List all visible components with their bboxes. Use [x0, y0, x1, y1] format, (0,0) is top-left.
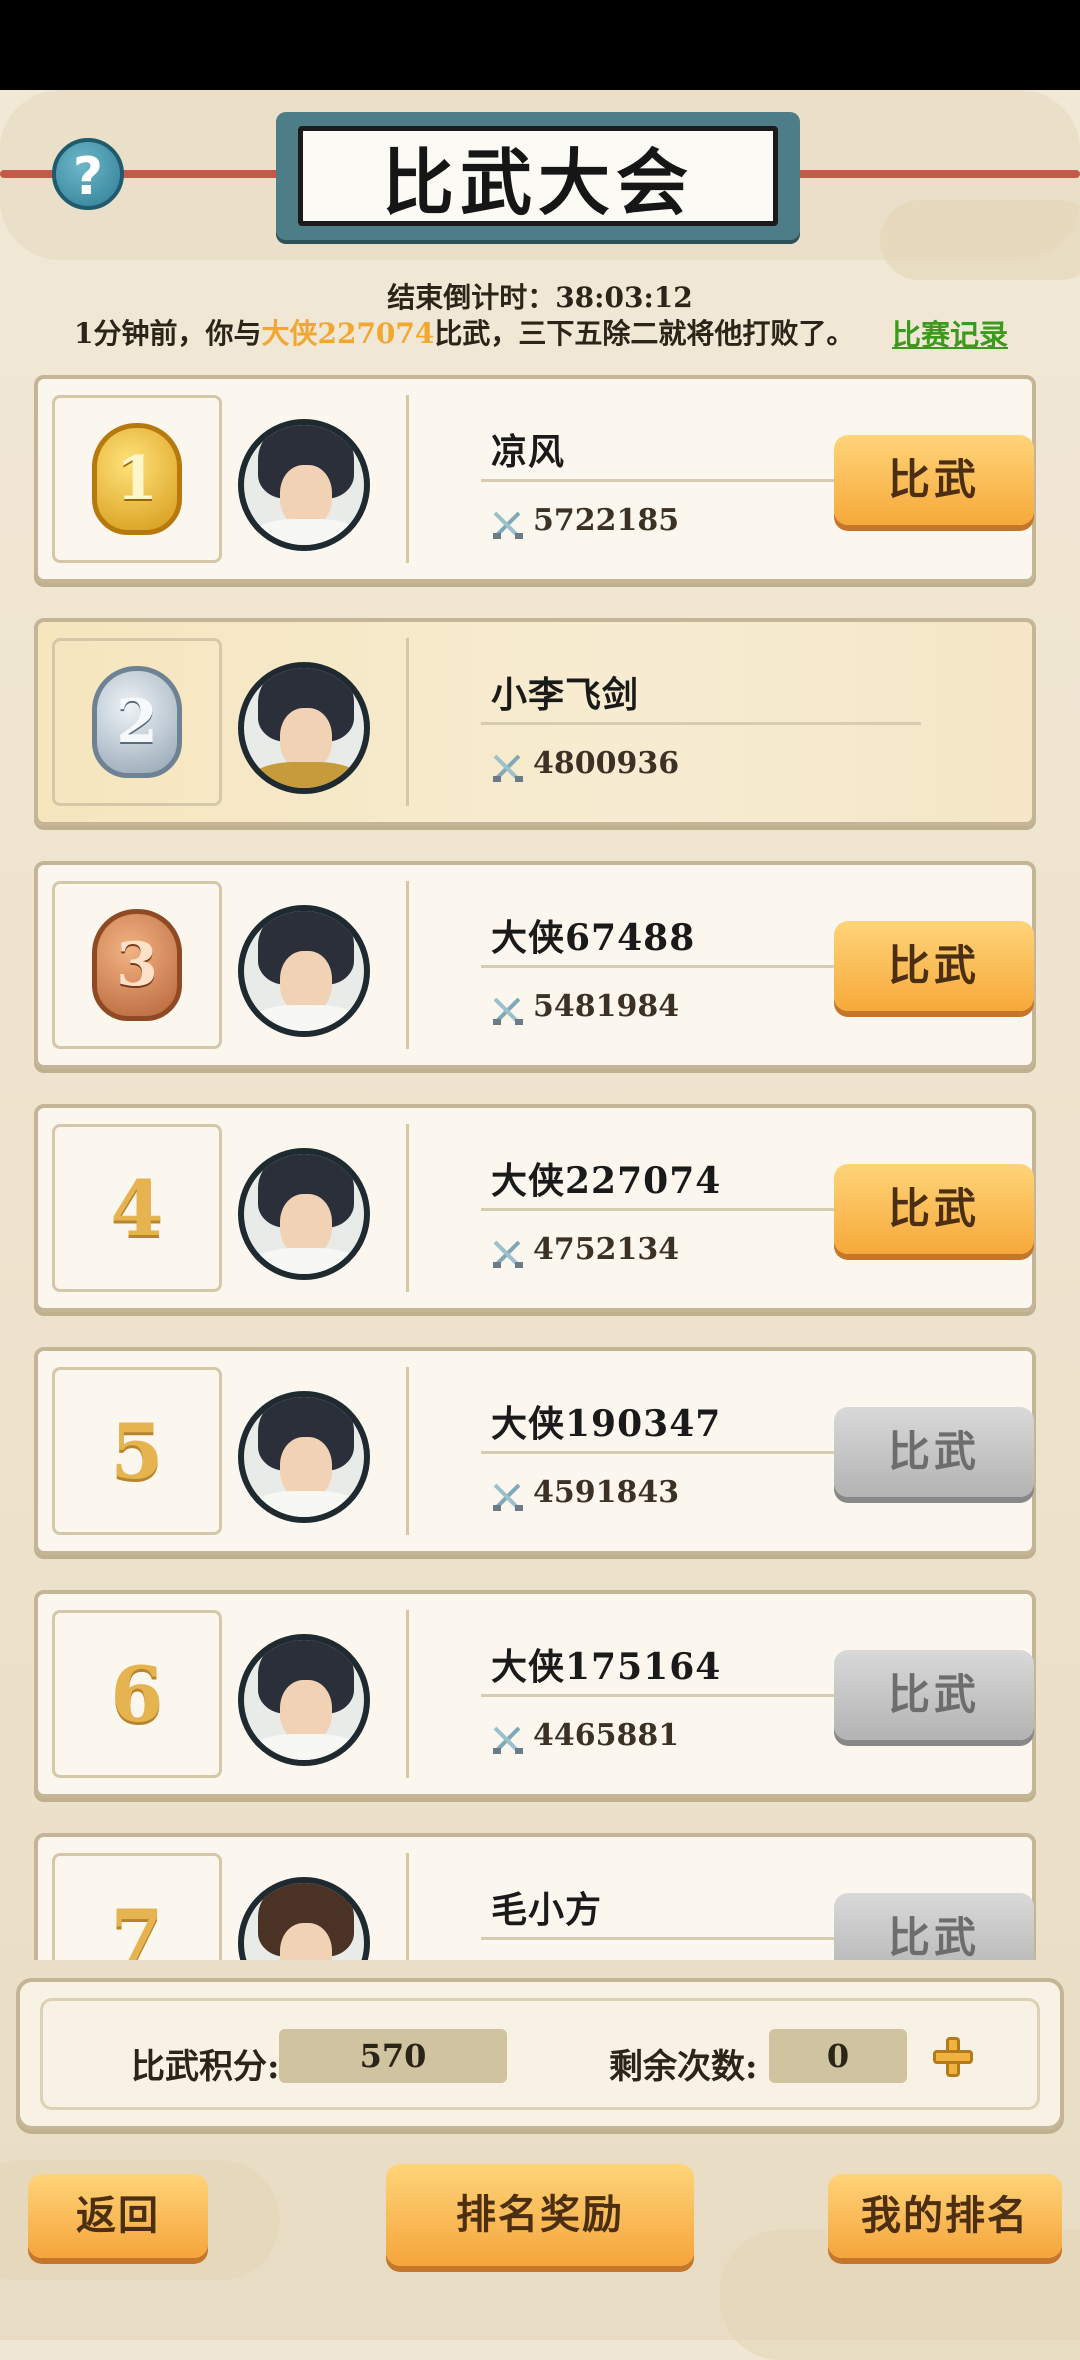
avatar[interactable]	[238, 419, 370, 551]
ranking-list[interactable]: 1 凉风 5722185 比武 2 小李飞剑 4800936 3 大侠67488…	[0, 375, 1080, 1960]
status-bar	[0, 0, 1080, 90]
divider	[481, 722, 921, 725]
news-prefix: 1分钟前，你与	[74, 317, 262, 350]
add-attempts-icon[interactable]	[933, 2037, 973, 2077]
combat-power: 4591843	[533, 1475, 680, 1510]
combat-power: 5722185	[533, 503, 680, 538]
player-name: 大侠190347	[491, 1403, 722, 1445]
combat-power: 4800936	[533, 746, 680, 781]
player-row: 3 大侠67488 5481984 比武	[34, 861, 1036, 1069]
my-rank-button[interactable]: 我的排名	[828, 2174, 1062, 2258]
title-banner: 比武大会	[276, 112, 800, 240]
avatar[interactable]	[238, 1391, 370, 1523]
player-row: 4 大侠227074 4752134 比武	[34, 1104, 1036, 1312]
remaining-value: 0	[769, 2029, 907, 2083]
avatar[interactable]	[238, 1148, 370, 1280]
player-row: 1 凉风 5722185 比武	[34, 375, 1036, 583]
rank-medal-icon: 3	[92, 909, 182, 1021]
rank-box: 5	[52, 1367, 222, 1535]
avatar[interactable]	[238, 662, 370, 794]
rank-medal-icon: 1	[92, 423, 182, 535]
score-label: 比武积分:	[131, 2047, 280, 2087]
player-name: 小李飞剑	[491, 674, 640, 716]
combat-power: 4465881	[533, 1718, 680, 1753]
stats-panel: 比武积分: 570 剩余次数: 0	[16, 1978, 1064, 2130]
page-title: 比武大会	[381, 139, 694, 225]
rank-number: 7	[110, 1892, 164, 1961]
match-record-link[interactable]: 比赛记录	[892, 312, 1008, 354]
rope-right	[786, 170, 1080, 178]
player-row: 5 大侠190347 4591843 比武	[34, 1347, 1036, 1555]
challenge-button: 比武	[834, 1407, 1034, 1497]
rank-box: 6	[52, 1610, 222, 1778]
crossed-swords-icon	[491, 1479, 525, 1513]
challenge-button[interactable]: 比武	[834, 435, 1034, 525]
player-info: 小李飞剑 4800936	[406, 638, 1027, 806]
player-name: 大侠227074	[491, 1160, 722, 1202]
rank-rewards-button[interactable]: 排名奖励	[386, 2164, 694, 2266]
rank-number: 4	[110, 1163, 164, 1253]
countdown-timer: 结束倒计时：38:03:12	[387, 281, 693, 314]
player-name: 毛小方	[491, 1889, 603, 1931]
player-name: 大侠175164	[491, 1646, 722, 1688]
crossed-swords-icon	[491, 993, 525, 1027]
remaining-label: 剩余次数:	[609, 2047, 758, 2087]
combat-power: 5481984	[533, 989, 680, 1024]
crossed-swords-icon	[491, 1236, 525, 1270]
avatar[interactable]	[238, 1634, 370, 1766]
crossed-swords-icon	[491, 507, 525, 541]
rank-number: 5	[110, 1406, 164, 1496]
rank-box: 1	[52, 395, 222, 563]
news-opponent-name: 大侠227074	[261, 317, 435, 350]
challenge-button: 比武	[834, 1893, 1034, 1960]
crossed-swords-icon	[491, 1722, 525, 1756]
rank-box: 3	[52, 881, 222, 1049]
challenge-button[interactable]: 比武	[834, 921, 1034, 1011]
challenge-button[interactable]: 比武	[834, 1164, 1034, 1254]
rope-left	[0, 170, 290, 178]
player-row: 6 大侠175164 4465881 比武	[34, 1590, 1036, 1798]
rank-box: 2	[52, 638, 222, 806]
player-name: 大侠67488	[491, 917, 696, 959]
rank-box: 4	[52, 1124, 222, 1292]
crossed-swords-icon	[491, 750, 525, 784]
player-row: 2 小李飞剑 4800936	[34, 618, 1036, 826]
combat-power: 4752134	[533, 1232, 680, 1267]
back-button[interactable]: 返回	[28, 2174, 208, 2258]
player-row: 7 毛小方 比武	[34, 1833, 1036, 1960]
avatar[interactable]	[238, 1877, 370, 1960]
news-suffix: 比武，三下五除二就将他打败了。	[434, 317, 855, 350]
challenge-button: 比武	[834, 1650, 1034, 1740]
player-name: 凉风	[491, 431, 566, 473]
rank-box: 7	[52, 1853, 222, 1960]
avatar[interactable]	[238, 905, 370, 1037]
battle-news: 1分钟前，你与大侠227074比武，三下五除二就将他打败了。	[74, 312, 854, 352]
help-icon[interactable]: ?	[52, 138, 124, 210]
rank-medal-icon: 2	[92, 666, 182, 778]
rank-number: 6	[110, 1649, 164, 1739]
score-value: 570	[279, 2029, 507, 2083]
